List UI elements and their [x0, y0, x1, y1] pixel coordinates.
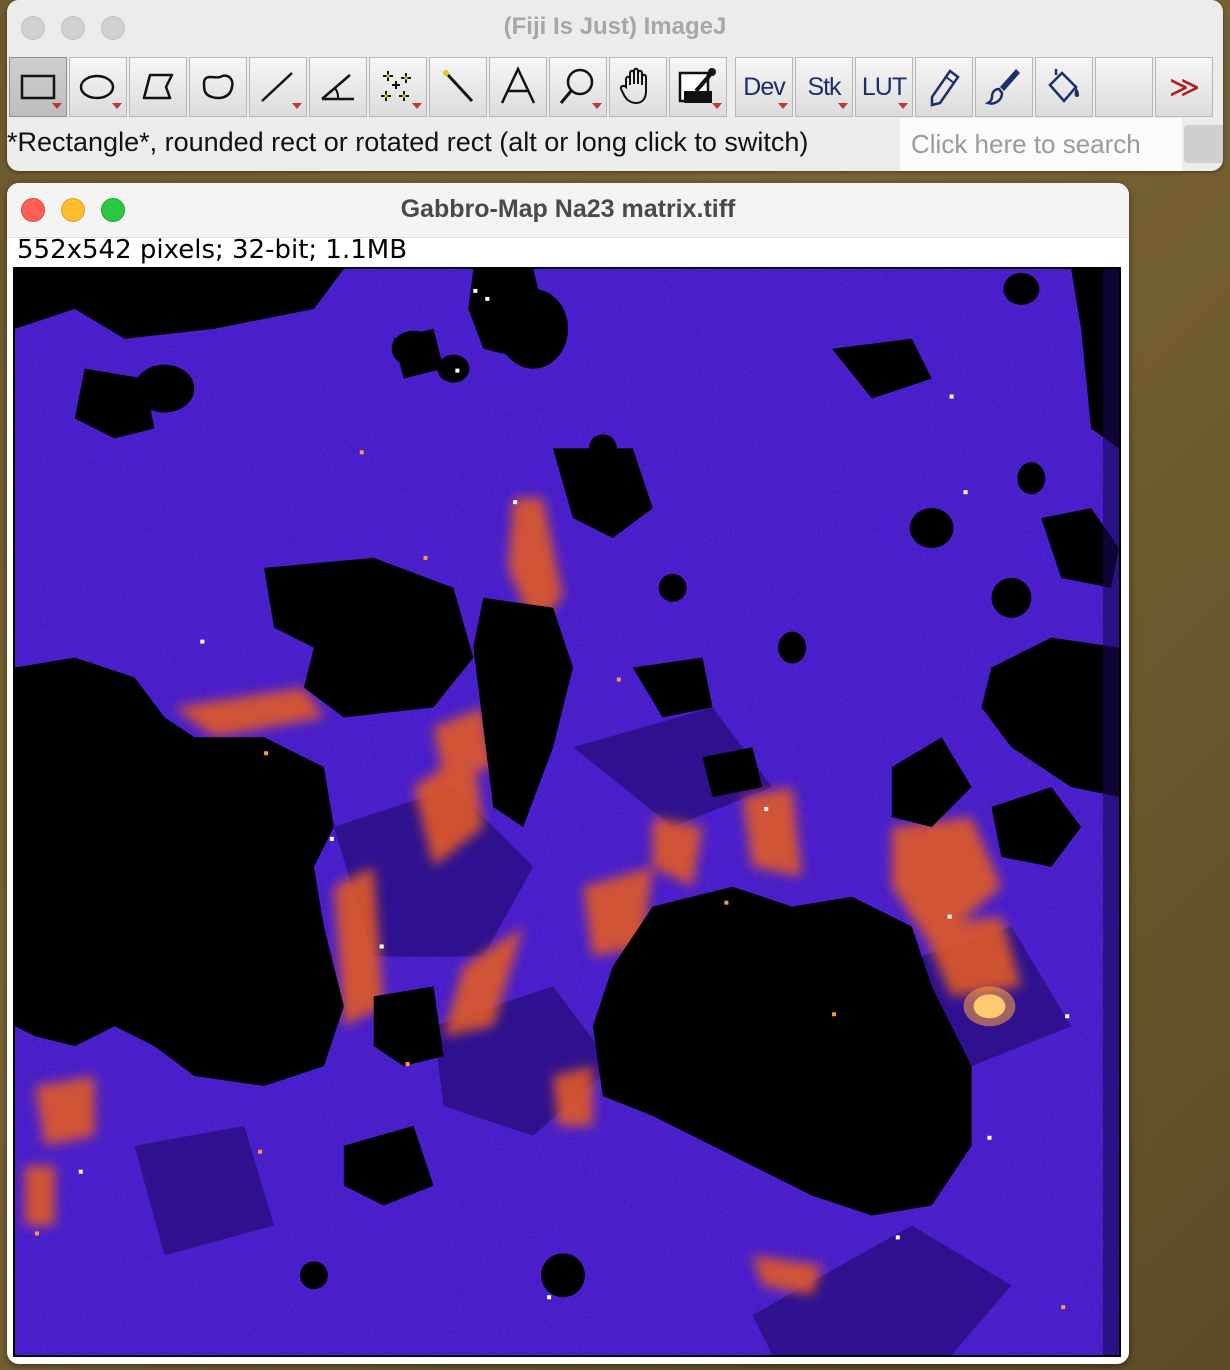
- tool-menu-arrow: [712, 103, 722, 109]
- tool-menu-arrow: [898, 103, 908, 109]
- point-tool[interactable]: [369, 57, 427, 117]
- tool-menu-arrow: [778, 103, 788, 109]
- angle-icon: [321, 74, 354, 101]
- image-titlebar[interactable]: Gabbro-Map Na23 matrix.tiff: [7, 183, 1129, 238]
- image-title: Gabbro-Map Na23 matrix.tiff: [400, 195, 736, 223]
- app-title: (Fiji Is Just) ImageJ: [503, 13, 727, 40]
- lut-label: LUT: [861, 72, 907, 101]
- more-tools-icon: ≫: [1168, 70, 1200, 104]
- tool-bar: Dev Stk LUT ≫: [9, 57, 1215, 117]
- freehand-icon: [202, 74, 234, 100]
- image-info: 552x542 pixels; 32-bit; 1.1MB: [17, 235, 408, 265]
- paint-bucket-icon: [1048, 69, 1080, 103]
- zoom-tool[interactable]: [549, 57, 607, 117]
- angle-tool[interactable]: [309, 57, 367, 117]
- tool-menu-arrow: [52, 103, 62, 109]
- brush-icon: [984, 69, 1020, 105]
- tool-menu-arrow: [838, 103, 848, 109]
- polygon-tool[interactable]: [129, 57, 187, 117]
- wand-icon: [443, 70, 474, 103]
- image-window: Gabbro-Map Na23 matrix.tiff 552x542 pixe…: [7, 183, 1129, 1364]
- dev-label: Dev: [743, 72, 785, 101]
- element-map-image: [15, 269, 1119, 1355]
- oval-tool[interactable]: [69, 57, 127, 117]
- polygon-icon: [142, 73, 174, 100]
- brush-tool[interactable]: [975, 57, 1033, 117]
- tool-menu-arrow: [592, 103, 602, 109]
- flood-fill-tool[interactable]: [1035, 57, 1093, 117]
- search-input[interactable]: Click here to search: [900, 118, 1182, 171]
- tool-menu-arrow: [112, 103, 122, 109]
- lut-menu-tool[interactable]: LUT: [855, 57, 913, 117]
- wand-tool[interactable]: [429, 57, 487, 117]
- line-tool[interactable]: [249, 57, 307, 117]
- stk-label: Stk: [807, 72, 841, 101]
- dev-menu-tool[interactable]: Dev: [735, 57, 793, 117]
- stacks-menu-tool[interactable]: Stk: [795, 57, 853, 117]
- tool-menu-arrow: [412, 103, 422, 109]
- more-tools-button[interactable]: ≫: [1155, 57, 1213, 117]
- imagej-toolbar-window: (Fiji Is Just) ImageJ Dev Stk LUT ≫ *Rec…: [7, 0, 1223, 171]
- color-picker-tool[interactable]: [669, 57, 727, 117]
- hand-tool[interactable]: [609, 57, 667, 117]
- text-icon: [500, 66, 536, 104]
- empty-tool-slot[interactable]: [1095, 57, 1153, 117]
- status-text: *Rectangle*, rounded rect or rotated rec…: [7, 127, 809, 157]
- toolbar-titlebar: (Fiji Is Just) ImageJ: [7, 0, 1223, 56]
- search-button[interactable]: [1184, 125, 1223, 163]
- hand-icon: [619, 67, 647, 105]
- status-bar: *Rectangle*, rounded rect or rotated rec…: [7, 118, 1223, 171]
- pencil-tool[interactable]: [915, 57, 973, 117]
- pencil-icon: [930, 69, 960, 107]
- freehand-tool[interactable]: [189, 57, 247, 117]
- text-tool[interactable]: [489, 57, 547, 117]
- rectangle-tool[interactable]: [9, 57, 67, 117]
- tool-menu-arrow: [292, 103, 302, 109]
- image-canvas[interactable]: [13, 267, 1121, 1357]
